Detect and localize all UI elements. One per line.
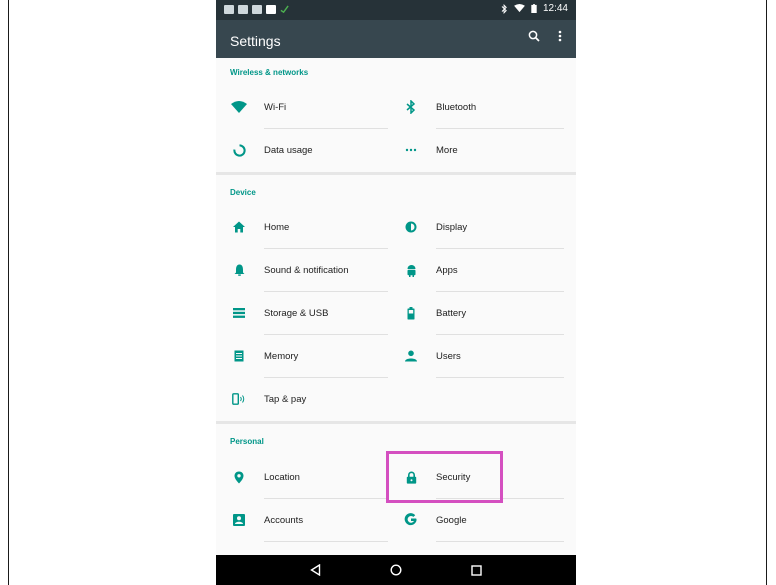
setting-item-location[interactable]: Location bbox=[216, 456, 388, 498]
search-icon[interactable] bbox=[528, 30, 540, 42]
security-highlight-box bbox=[386, 451, 503, 503]
section-header-wireless: Wireless & networks bbox=[230, 68, 309, 77]
setting-label: Apps bbox=[436, 264, 458, 276]
notification-square-icon bbox=[266, 5, 276, 14]
account-box-icon bbox=[230, 511, 248, 529]
setting-label: Display bbox=[436, 221, 468, 233]
setting-item-battery[interactable]: Battery bbox=[388, 292, 576, 334]
display-icon bbox=[402, 218, 420, 236]
notification-image-icon bbox=[238, 5, 248, 14]
more-icon bbox=[402, 141, 420, 159]
setting-item-google[interactable]: Google bbox=[388, 499, 576, 541]
page-title: Settings bbox=[230, 33, 281, 49]
overflow-menu-icon[interactable] bbox=[558, 30, 562, 42]
notification-check-icon bbox=[280, 5, 289, 14]
person-icon bbox=[402, 347, 420, 365]
battery-icon bbox=[402, 304, 420, 322]
tap-pay-icon bbox=[230, 390, 248, 408]
setting-label: Storage & USB bbox=[264, 307, 329, 319]
bell-icon bbox=[230, 261, 248, 279]
setting-label: Google bbox=[436, 514, 467, 526]
setting-label: Data usage bbox=[264, 144, 313, 156]
setting-label: Wi-Fi bbox=[264, 101, 287, 113]
setting-item-accounts[interactable]: Accounts bbox=[216, 499, 388, 541]
memory-icon bbox=[230, 347, 248, 365]
setting-item-tap-pay[interactable]: Tap & pay bbox=[216, 378, 388, 420]
status-time: 12:44 bbox=[542, 3, 568, 14]
navigation-bar bbox=[216, 555, 576, 585]
setting-label: Users bbox=[436, 350, 461, 362]
notification-mail-icon bbox=[224, 5, 234, 14]
android-icon bbox=[402, 261, 420, 279]
setting-label: Location bbox=[264, 471, 300, 483]
recents-icon[interactable] bbox=[470, 564, 482, 576]
setting-item-storage-usb[interactable]: Storage & USB bbox=[216, 292, 388, 334]
notification-photo-icon bbox=[252, 5, 262, 14]
bluetooth-icon bbox=[402, 98, 420, 116]
setting-label: Memory bbox=[264, 350, 299, 362]
section-separator bbox=[216, 421, 576, 424]
setting-item-sound-notification[interactable]: Sound & notification bbox=[216, 249, 388, 291]
section-header-personal: Personal bbox=[230, 437, 264, 446]
divider bbox=[264, 541, 388, 542]
setting-item-more[interactable]: More bbox=[388, 129, 576, 171]
section-separator bbox=[216, 172, 576, 175]
setting-item-wifi[interactable]: Wi-Fi bbox=[216, 86, 388, 128]
home-icon bbox=[230, 218, 248, 236]
location-pin-icon bbox=[230, 468, 248, 486]
setting-label: More bbox=[436, 144, 458, 156]
setting-label: Accounts bbox=[264, 514, 304, 526]
bluetooth-status-icon bbox=[501, 3, 507, 14]
setting-label: Tap & pay bbox=[264, 393, 307, 405]
divider bbox=[436, 377, 564, 378]
google-icon bbox=[402, 511, 420, 529]
setting-item-users[interactable]: Users bbox=[388, 335, 576, 377]
app-bar: Settings bbox=[216, 20, 576, 58]
setting-label: Home bbox=[264, 221, 290, 233]
setting-item-apps[interactable]: Apps bbox=[388, 249, 576, 291]
data-usage-icon bbox=[230, 141, 248, 159]
status-bar: 12:44 bbox=[216, 0, 576, 20]
setting-label: Battery bbox=[436, 307, 467, 319]
wifi-icon bbox=[230, 98, 248, 116]
setting-item-memory[interactable]: Memory bbox=[216, 335, 388, 377]
setting-item-home[interactable]: Home bbox=[216, 206, 388, 248]
setting-label: Bluetooth bbox=[436, 101, 477, 113]
setting-item-bluetooth[interactable]: Bluetooth bbox=[388, 86, 576, 128]
notification-icons bbox=[224, 5, 289, 14]
section-header-device: Device bbox=[230, 188, 256, 197]
storage-icon bbox=[230, 304, 248, 322]
divider bbox=[436, 541, 564, 542]
system-icons: 12:44 bbox=[501, 3, 568, 14]
wifi-status-icon bbox=[514, 4, 525, 13]
setting-item-display[interactable]: Display bbox=[388, 206, 576, 248]
home-nav-icon[interactable] bbox=[390, 564, 402, 576]
back-icon[interactable] bbox=[310, 564, 321, 576]
setting-item-data-usage[interactable]: Data usage bbox=[216, 129, 388, 171]
battery-status-icon bbox=[531, 4, 537, 13]
setting-label: Sound & notification bbox=[264, 264, 349, 276]
